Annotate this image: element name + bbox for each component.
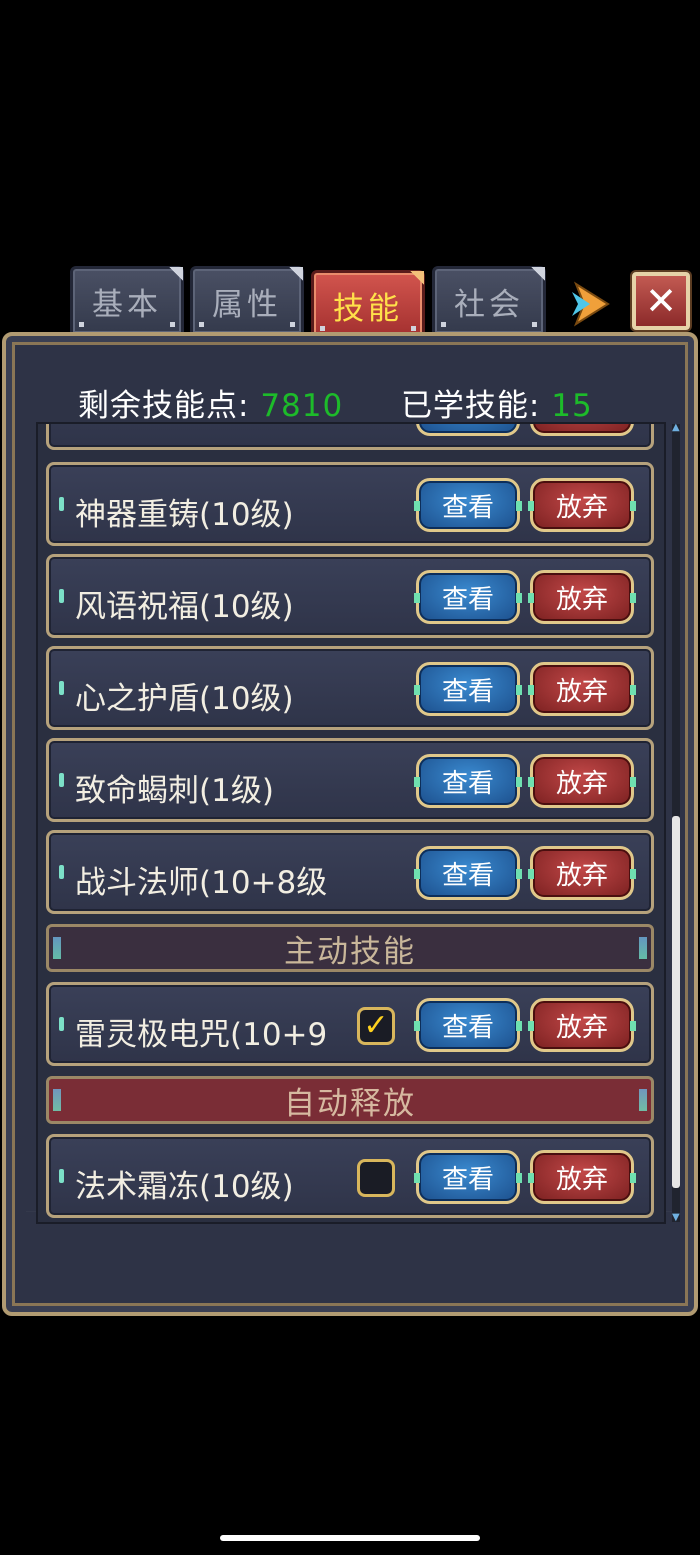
view-button[interactable]: 查看 <box>414 846 522 900</box>
active-skills-header: 主动技能 <box>46 924 654 972</box>
learned-label: 已学技能: <box>400 388 541 424</box>
tab-skills[interactable]: 技能 <box>311 270 425 340</box>
drop-button[interactable]: 放弃 <box>528 998 636 1052</box>
tab-skills-label: 技能 <box>333 290 403 327</box>
skill-summary: 剩余技能点: 7810 已学技能: 15 <box>78 380 593 425</box>
bullet-icon <box>59 589 64 603</box>
skill-row-partial <box>46 424 654 450</box>
close-button[interactable]: ✕ <box>632 272 690 330</box>
skill-row: 致命蝎刺(1级) 查看 放弃 <box>46 738 654 822</box>
skill-row: 神器重铸(10级) 查看 放弃 <box>46 462 654 546</box>
bullet-icon <box>59 497 64 511</box>
bullet-icon <box>59 1017 64 1031</box>
list-scrollbar[interactable]: ▲ ▼ <box>672 423 680 1223</box>
skill-name: 雷灵极电咒(10+9 <box>75 1017 328 1053</box>
tab-attributes-label: 属性 <box>212 286 282 323</box>
points-label: 剩余技能点: <box>78 388 250 424</box>
check-icon: ✓ <box>363 1008 389 1043</box>
view-button[interactable]: 查看 <box>414 662 522 716</box>
view-button[interactable]: 查看 <box>414 478 522 532</box>
tab-social-label: 社会 <box>454 286 524 323</box>
auto-cast-checkbox[interactable]: ✓ <box>357 1007 395 1045</box>
close-icon: ✕ <box>645 279 677 323</box>
bullet-icon <box>59 773 64 787</box>
bullet-icon <box>59 1169 64 1183</box>
view-button[interactable]: 查看 <box>414 570 522 624</box>
skill-name: 风语祝福(10级) <box>75 589 294 625</box>
skill-row: 雷灵极电咒(10+9 ✓ 查看 放弃 <box>46 982 654 1066</box>
drop-button[interactable]: 放弃 <box>528 662 636 716</box>
view-button[interactable]: 查看 <box>414 998 522 1052</box>
next-arrow-icon[interactable] <box>568 280 612 328</box>
skill-row: 法术霜冻(10级) 查看 放弃 <box>46 1134 654 1218</box>
learned-value: 15 <box>551 388 593 424</box>
tab-attributes[interactable]: 属性 <box>190 266 304 336</box>
auto-cast-header: 自动释放 <box>46 1076 654 1124</box>
skill-name: 心之护盾(10级) <box>75 681 294 717</box>
skill-row: 风语祝福(10级) 查看 放弃 <box>46 554 654 638</box>
view-button[interactable]: 查看 <box>414 1150 522 1204</box>
skill-name: 致命蝎刺(1级) <box>75 773 274 809</box>
tab-social[interactable]: 社会 <box>432 266 546 336</box>
skill-row: 心之护盾(10级) 查看 放弃 <box>46 646 654 730</box>
view-button[interactable]: 查看 <box>414 754 522 808</box>
drop-button[interactable]: 放弃 <box>528 1150 636 1204</box>
auto-cast-checkbox[interactable] <box>357 1159 395 1197</box>
scroll-up-icon[interactable]: ▲ <box>672 423 680 433</box>
active-skills-title: 主动技能 <box>284 933 416 970</box>
skill-name: 战斗法师(10+8级 <box>75 865 328 901</box>
skill-row: 战斗法师(10+8级 查看 放弃 <box>46 830 654 914</box>
view-button[interactable] <box>416 424 520 436</box>
drop-button[interactable]: 放弃 <box>528 570 636 624</box>
scroll-down-icon[interactable]: ▼ <box>672 1213 680 1223</box>
skill-name: 法术霜冻(10级) <box>75 1169 294 1205</box>
skill-list[interactable]: 神器重铸(10级) 查看 放弃 风语祝福(10级) 查看 放弃 心之护盾(10级… <box>36 422 666 1224</box>
tab-basic[interactable]: 基本 <box>70 266 184 336</box>
drop-button[interactable]: 放弃 <box>528 478 636 532</box>
bullet-icon <box>59 681 64 695</box>
tab-basic-label: 基本 <box>92 286 162 323</box>
home-indicator[interactable] <box>220 1535 480 1541</box>
bullet-icon <box>59 865 64 879</box>
scroll-thumb[interactable] <box>672 816 680 1188</box>
skill-name: 神器重铸(10级) <box>75 497 294 533</box>
drop-button[interactable]: 放弃 <box>528 846 636 900</box>
points-value: 7810 <box>260 388 344 424</box>
auto-cast-title: 自动释放 <box>284 1085 416 1122</box>
drop-button[interactable]: 放弃 <box>528 754 636 808</box>
drop-button[interactable] <box>530 424 634 436</box>
